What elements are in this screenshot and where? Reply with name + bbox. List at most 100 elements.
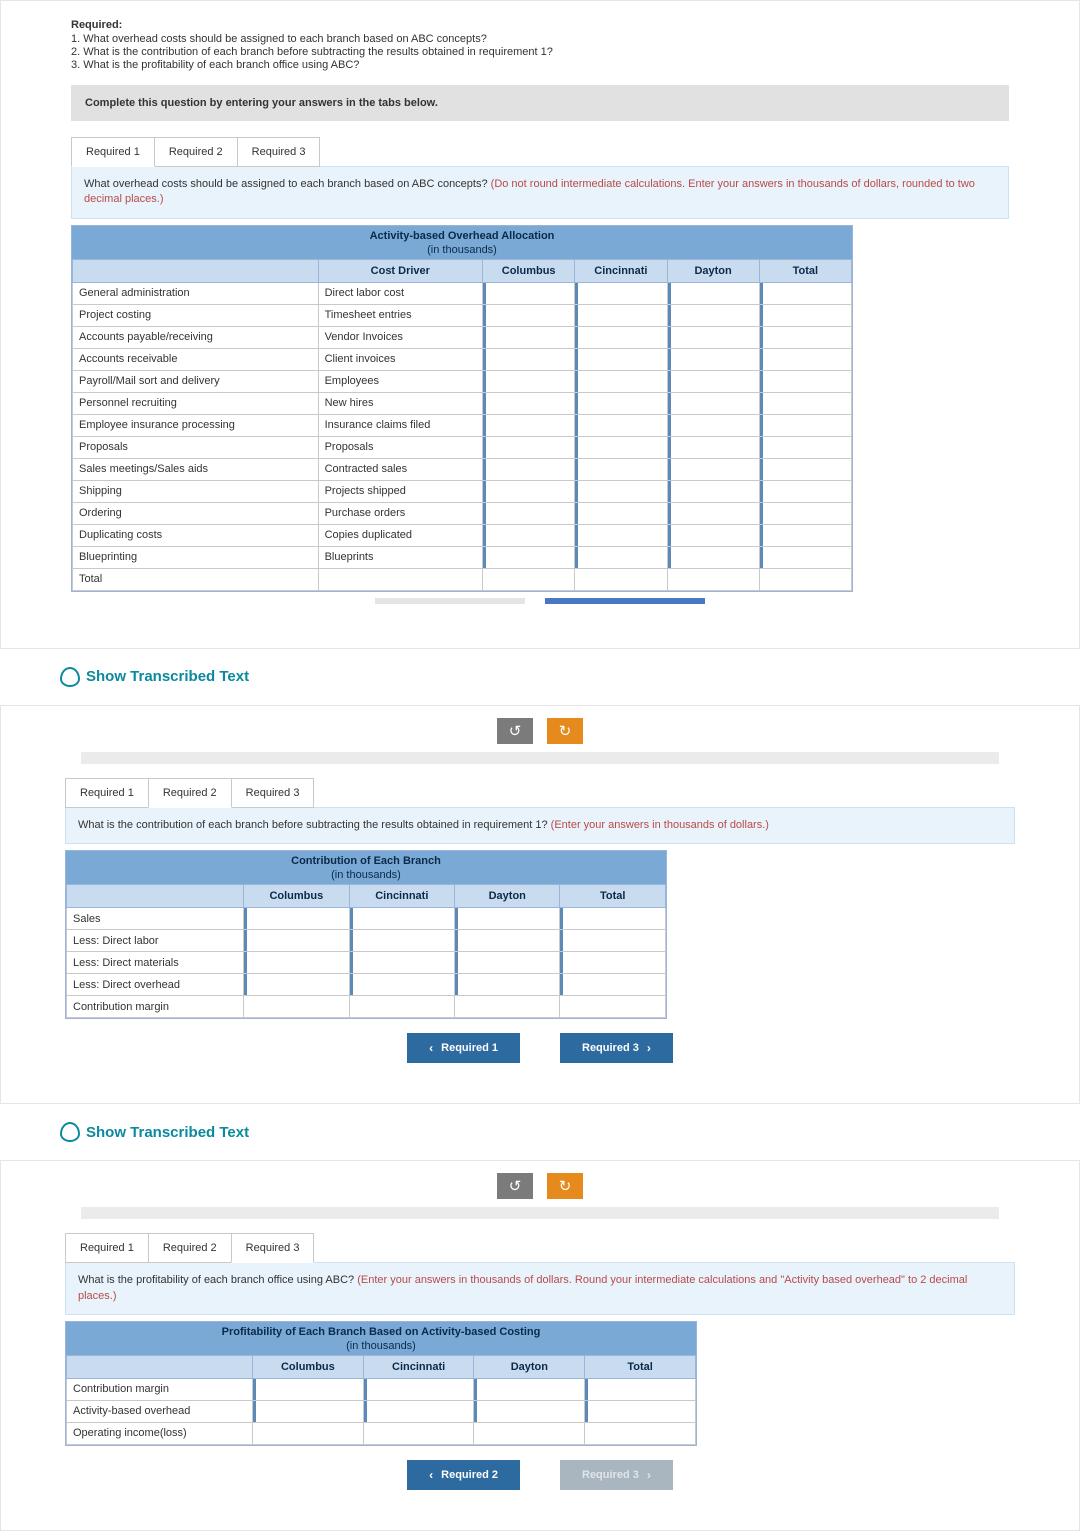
input-cell[interactable] — [575, 524, 667, 546]
redo-button[interactable]: ↻ — [547, 718, 583, 744]
input-cell[interactable] — [483, 348, 575, 370]
tab-required-2[interactable]: Required 2 — [148, 1233, 232, 1263]
input-cell[interactable] — [759, 282, 851, 304]
input-cell[interactable] — [575, 392, 667, 414]
input-cell[interactable] — [667, 326, 759, 348]
input-cell[interactable] — [483, 370, 575, 392]
input-cell[interactable] — [244, 930, 349, 952]
input-cell[interactable] — [667, 436, 759, 458]
input-cell[interactable] — [667, 458, 759, 480]
input-cell[interactable] — [455, 952, 560, 974]
input-cell[interactable] — [483, 392, 575, 414]
input-cell[interactable] — [759, 502, 851, 524]
total-cell — [483, 568, 575, 590]
input-cell[interactable] — [667, 502, 759, 524]
input-cell[interactable] — [575, 304, 667, 326]
input-cell[interactable] — [244, 908, 349, 930]
input-cell[interactable] — [759, 524, 851, 546]
input-cell[interactable] — [575, 282, 667, 304]
required-item: 1. What overhead costs should be assigne… — [71, 33, 1009, 45]
input-cell[interactable] — [349, 974, 454, 996]
input-cell[interactable] — [667, 414, 759, 436]
input-cell[interactable] — [244, 952, 349, 974]
row-label: Proposals — [318, 436, 482, 458]
input-cell[interactable] — [575, 480, 667, 502]
input-cell[interactable] — [759, 304, 851, 326]
input-cell[interactable] — [759, 326, 851, 348]
input-cell[interactable] — [759, 348, 851, 370]
input-cell[interactable] — [560, 930, 666, 952]
show-transcribed-link[interactable]: Show Transcribed Text — [0, 649, 1080, 705]
input-cell[interactable] — [759, 458, 851, 480]
input-cell[interactable] — [667, 546, 759, 568]
input-cell[interactable] — [575, 436, 667, 458]
input-cell[interactable] — [667, 480, 759, 502]
input-cell[interactable] — [349, 908, 454, 930]
input-cell[interactable] — [560, 908, 666, 930]
input-cell[interactable] — [585, 1400, 696, 1422]
input-cell[interactable] — [667, 392, 759, 414]
next-button[interactable]: Required 3› — [560, 1033, 673, 1063]
undo-button[interactable]: ↺ — [497, 1173, 533, 1199]
input-cell[interactable] — [667, 370, 759, 392]
input-cell[interactable] — [759, 392, 851, 414]
input-cell[interactable] — [483, 546, 575, 568]
input-cell[interactable] — [575, 502, 667, 524]
redo-button[interactable]: ↻ — [547, 1173, 583, 1199]
input-cell[interactable] — [575, 458, 667, 480]
input-cell[interactable] — [253, 1400, 364, 1422]
tab-required-3[interactable]: Required 3 — [231, 1233, 315, 1263]
input-cell[interactable] — [363, 1400, 474, 1422]
input-cell[interactable] — [349, 952, 454, 974]
input-cell[interactable] — [585, 1378, 696, 1400]
input-cell[interactable] — [575, 348, 667, 370]
input-cell[interactable] — [474, 1400, 585, 1422]
input-cell[interactable] — [667, 282, 759, 304]
input-cell[interactable] — [483, 414, 575, 436]
input-cell[interactable] — [455, 930, 560, 952]
input-cell[interactable] — [560, 952, 666, 974]
tab-required-1[interactable]: Required 1 — [65, 778, 149, 808]
input-cell[interactable] — [759, 414, 851, 436]
input-cell[interactable] — [759, 436, 851, 458]
input-cell[interactable] — [483, 524, 575, 546]
input-cell[interactable] — [474, 1378, 585, 1400]
input-cell[interactable] — [759, 546, 851, 568]
input-cell[interactable] — [349, 930, 454, 952]
input-cell[interactable] — [483, 304, 575, 326]
input-cell[interactable] — [483, 436, 575, 458]
input-cell[interactable] — [253, 1378, 364, 1400]
row-label: Sales — [67, 908, 244, 930]
input-cell[interactable] — [483, 326, 575, 348]
show-transcribed-link[interactable]: Show Transcribed Text — [0, 1104, 1080, 1160]
input-cell[interactable] — [575, 326, 667, 348]
tab-required-2[interactable]: Required 2 — [154, 137, 238, 167]
tab-required-3[interactable]: Required 3 — [237, 137, 321, 167]
tab-required-2[interactable]: Required 2 — [148, 778, 232, 808]
input-cell[interactable] — [483, 282, 575, 304]
input-cell[interactable] — [575, 370, 667, 392]
input-cell[interactable] — [560, 974, 666, 996]
input-cell[interactable] — [483, 458, 575, 480]
input-cell[interactable] — [455, 974, 560, 996]
undo-button[interactable]: ↺ — [497, 718, 533, 744]
horizontal-scrollbar[interactable] — [71, 598, 1009, 608]
input-cell[interactable] — [575, 414, 667, 436]
tab-required-3[interactable]: Required 3 — [231, 778, 315, 808]
input-cell[interactable] — [483, 502, 575, 524]
input-cell[interactable] — [483, 480, 575, 502]
input-cell[interactable] — [667, 304, 759, 326]
input-cell[interactable] — [455, 908, 560, 930]
row-label: Shipping — [73, 480, 319, 502]
prev-button[interactable]: ‹Required 2 — [407, 1460, 520, 1490]
input-cell[interactable] — [363, 1378, 474, 1400]
input-cell[interactable] — [759, 370, 851, 392]
tab-required-1[interactable]: Required 1 — [71, 137, 155, 167]
input-cell[interactable] — [667, 524, 759, 546]
input-cell[interactable] — [667, 348, 759, 370]
prev-button[interactable]: ‹Required 1 — [407, 1033, 520, 1063]
tab-required-1[interactable]: Required 1 — [65, 1233, 149, 1263]
input-cell[interactable] — [759, 480, 851, 502]
input-cell[interactable] — [244, 974, 349, 996]
input-cell[interactable] — [575, 546, 667, 568]
